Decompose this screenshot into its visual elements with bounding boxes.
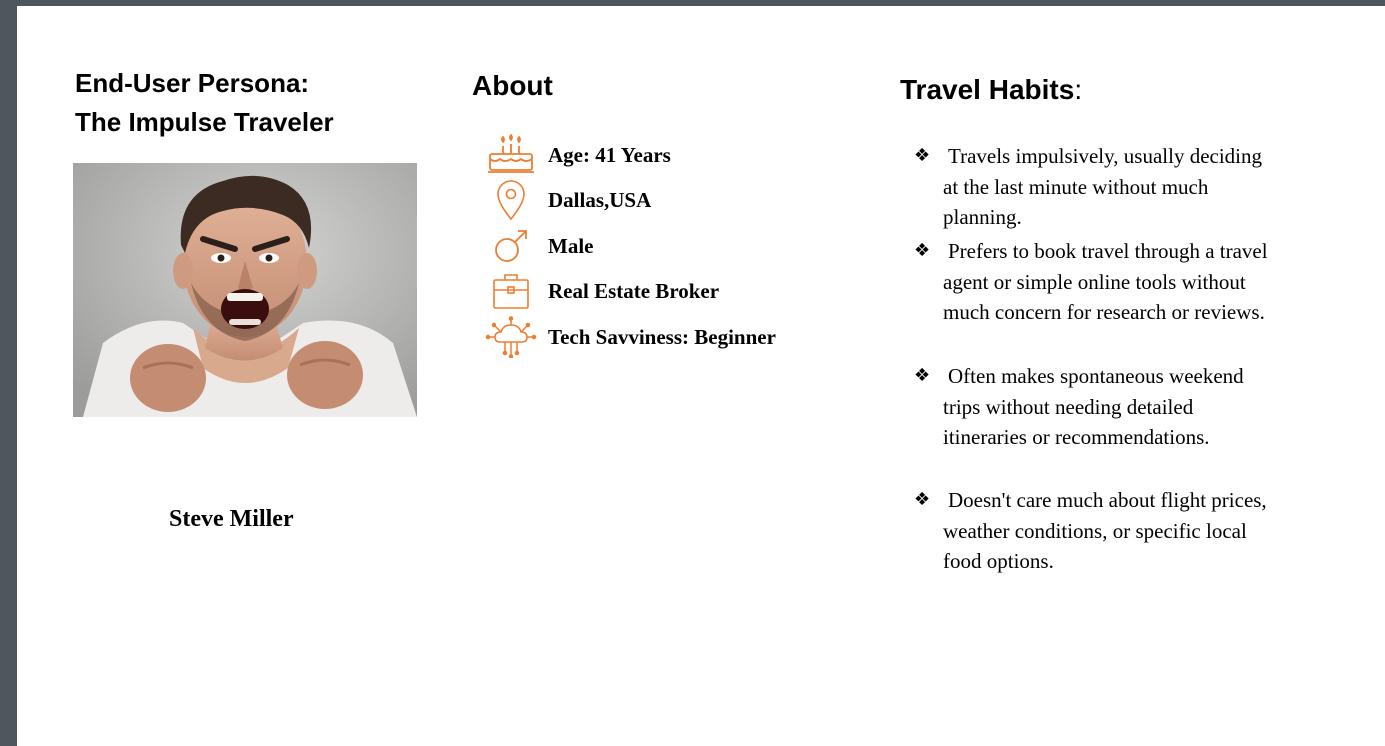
habit-item: ❖ Doesn't care much about flight prices,… [914, 485, 1274, 577]
persona-name: Steve Miller [169, 506, 294, 532]
diamond-bullet-icon: ❖ [914, 489, 931, 510]
location-pin-icon [485, 179, 537, 221]
persona-title-line-2: The Impulse Traveler [75, 107, 334, 137]
travel-habits-heading: Travel Habits: [900, 74, 1082, 106]
about-item-text: Age: 41 Years [548, 142, 671, 167]
travel-habits-heading-text: Travel Habits [900, 74, 1075, 105]
travel-habits-heading-colon: : [1074, 74, 1083, 105]
habit-item-text: Doesn't care much about flight prices, w… [943, 488, 1267, 573]
about-item-location: Dallas,USA [485, 179, 651, 221]
about-heading: About [472, 70, 553, 101]
about-item-occupation: Real Estate Broker [485, 270, 719, 312]
habit-item: ❖ Prefers to book travel through a trave… [914, 236, 1274, 328]
about-item-tech: Tech Savviness: Beginner [485, 316, 776, 358]
birthday-cake-icon [485, 134, 537, 176]
cloud-network-icon [485, 316, 537, 358]
habit-item-text: Prefers to book travel through a travel … [943, 239, 1268, 324]
persona-title-line-1: End-User Persona: [75, 68, 310, 98]
persona-slide: End-User Persona: The Impulse Traveler S… [17, 6, 1385, 746]
habit-item-text: Often makes spontaneous weekend trips wi… [943, 364, 1244, 449]
about-item-age: Age: 41 Years [485, 134, 671, 176]
about-item-text: Male [548, 233, 594, 258]
male-symbol-icon [485, 225, 537, 267]
briefcase-icon [485, 270, 537, 312]
persona-title: End-User Persona: The Impulse Traveler [75, 64, 334, 142]
about-item-text: Tech Savviness: Beginner [548, 324, 776, 349]
habit-item: ❖ Often makes spontaneous weekend trips … [914, 361, 1274, 453]
persona-photo [73, 163, 417, 417]
diamond-bullet-icon: ❖ [914, 365, 931, 386]
about-item-gender: Male [485, 225, 593, 267]
habit-item-text: Travels impulsively, usually deciding at… [943, 144, 1263, 229]
habit-item: ❖ Travels impulsively, usually deciding … [914, 141, 1274, 233]
diamond-bullet-icon: ❖ [914, 145, 931, 166]
diamond-bullet-icon: ❖ [914, 240, 931, 261]
about-item-text: Dallas,USA [548, 187, 652, 212]
about-item-text: Real Estate Broker [548, 278, 720, 303]
